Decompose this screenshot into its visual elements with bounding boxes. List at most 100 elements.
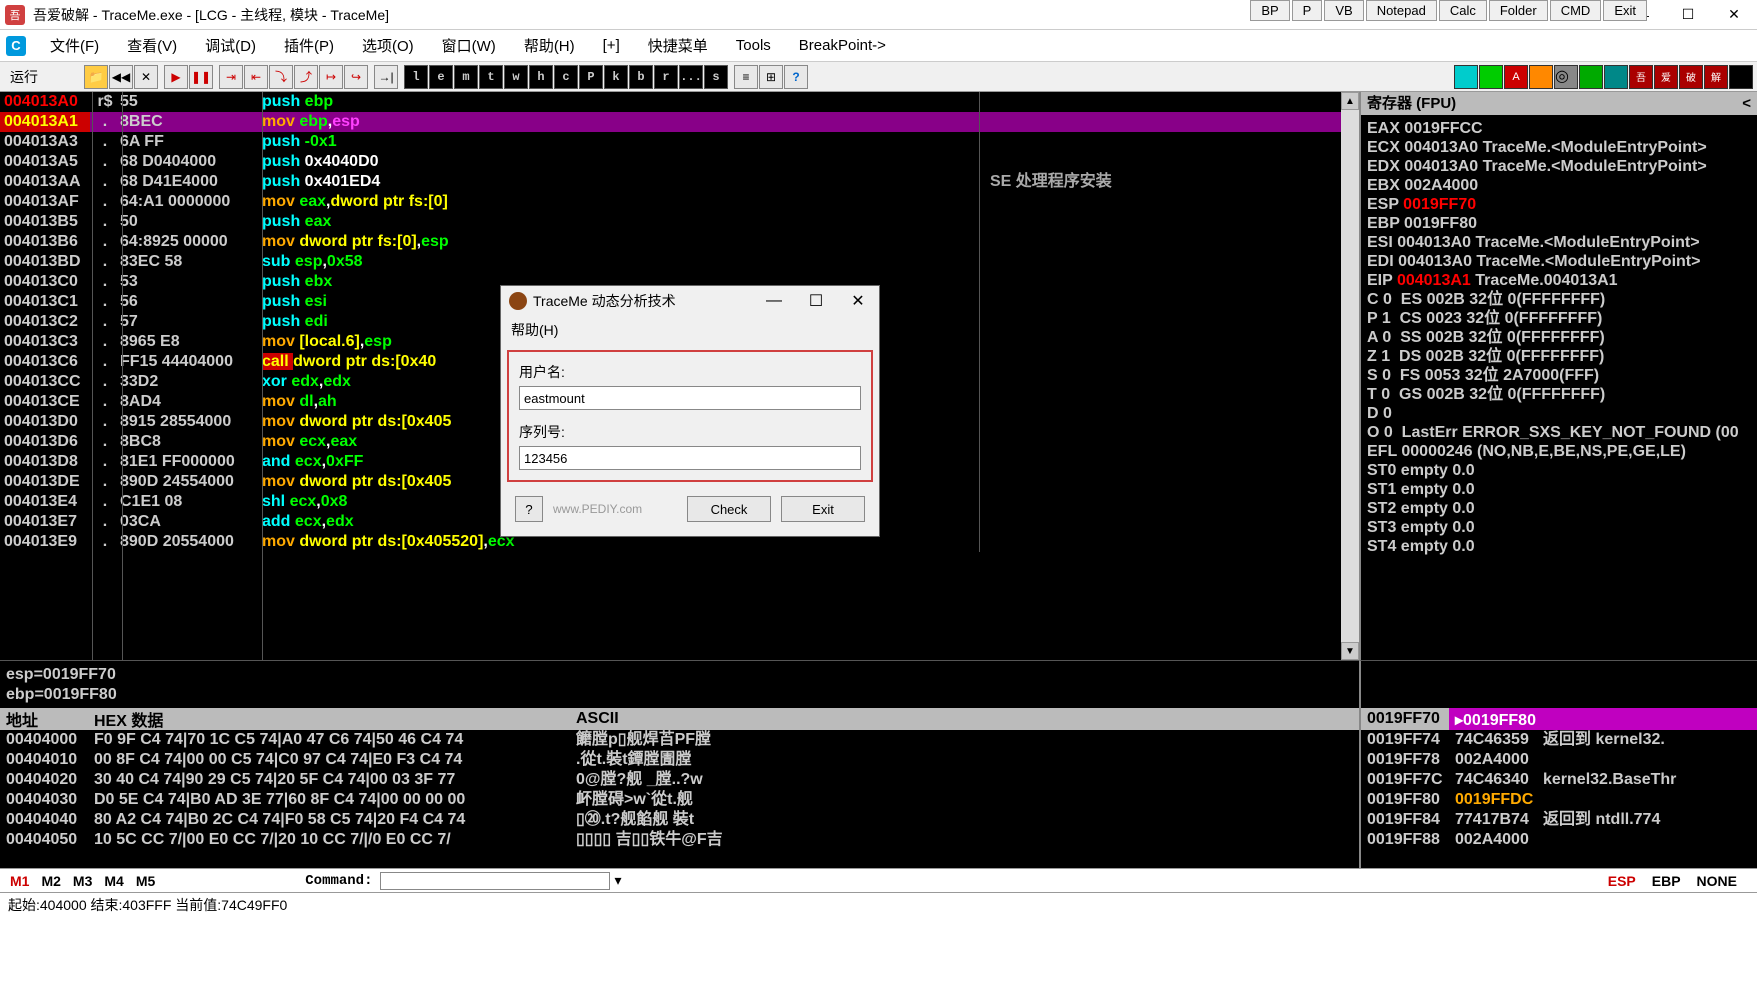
tb-step4-icon[interactable]: ⤴ (294, 65, 318, 89)
register-line[interactable]: A 0 SS 002B 32位 0(FFFFFFFF) (1367, 328, 1751, 347)
tb-grid-icon[interactable]: ⊞ (759, 65, 783, 89)
dump-panel[interactable]: 地址 HEX 数据 ASCII 00404000F0 9F C4 74|70 1… (0, 708, 1359, 868)
tb-letter-P[interactable]: P (579, 65, 603, 89)
register-line[interactable]: ESI 004013A0 TraceMe.<ModuleEntryPoint> (1367, 233, 1751, 252)
register-line[interactable]: S 0 FS 0053 32位 2A7000(FFF) (1367, 366, 1751, 385)
maximize-button[interactable]: ☐ (1665, 0, 1711, 30)
scroll-down-icon[interactable]: ▼ (1341, 642, 1359, 660)
stack-row[interactable]: 0019FF7C74C46340kernel32.BaseThr (1361, 770, 1757, 790)
tb-step5-icon[interactable]: ↦ (319, 65, 343, 89)
dialog-close-button[interactable]: ✕ (837, 287, 879, 315)
register-line[interactable]: EDX 004013A0 TraceMe.<ModuleEntryPoint> (1367, 157, 1751, 176)
ext-btn-exit[interactable]: Exit (1603, 0, 1647, 21)
register-line[interactable]: EDI 004013A0 TraceMe.<ModuleEntryPoint> (1367, 252, 1751, 271)
tb-letter-b[interactable]: b (629, 65, 653, 89)
registers-collapse-icon[interactable]: < (1742, 94, 1751, 113)
stack-row[interactable]: 0019FF800019FFDC (1361, 790, 1757, 810)
dialog-minimize-button[interactable]: — (753, 287, 795, 315)
disasm-row[interactable]: 004013AA.68 D41E4000push 0x401ED4SE 处理程序… (0, 172, 1359, 192)
stack-panel[interactable]: 0019FF70 ▸0019FF80 0019FF7474C46359返回到 k… (1359, 708, 1757, 868)
color-orange-icon[interactable] (1529, 65, 1553, 89)
menu-tools[interactable]: Tools (724, 33, 783, 58)
tb-rewind-icon[interactable]: ◀◀ (109, 65, 133, 89)
tb-letter-m[interactable]: m (454, 65, 478, 89)
serial-input[interactable] (519, 446, 861, 470)
indicator-ebp[interactable]: EBP (1652, 873, 1681, 889)
disasm-row[interactable]: 004013A0r$55push ebp (0, 92, 1359, 112)
tb-list-icon[interactable]: ≡ (734, 65, 758, 89)
register-line[interactable]: EFL 00000246 (NO,NB,E,BE,NS,PE,GE,LE) (1367, 442, 1751, 461)
menu-options[interactable]: 选项(O) (350, 31, 426, 60)
menu-quick[interactable]: 快捷菜单 (636, 31, 720, 60)
dump-row[interactable]: 0040405010 5C CC 7/|00 E0 CC 7/|20 10 CC… (0, 830, 1359, 850)
stack-row[interactable]: 0019FF7474C46359返回到 kernel32. (1361, 730, 1757, 750)
tb-run-icon[interactable]: ▶ (164, 65, 188, 89)
menu-view[interactable]: 查看(V) (115, 31, 189, 60)
register-line[interactable]: P 1 CS 0023 32位 0(FFFFFFFF) (1367, 309, 1751, 328)
tab-m5[interactable]: M5 (136, 873, 155, 889)
ext-btn-vb[interactable]: VB (1324, 0, 1363, 21)
register-line[interactable]: C 0 ES 002B 32位 0(FFFFFFFF) (1367, 290, 1751, 309)
register-line[interactable]: EBP 0019FF80 (1367, 214, 1751, 233)
disasm-row[interactable]: 004013A5.68 D0404000push 0x4040D0 (0, 152, 1359, 172)
color-teal-icon[interactable] (1604, 65, 1628, 89)
register-line[interactable]: ECX 004013A0 TraceMe.<ModuleEntryPoint> (1367, 138, 1751, 157)
dump-row[interactable]: 0040401000 8F C4 74|00 00 C5 74|C0 97 C4… (0, 750, 1359, 770)
ext-btn-cmd[interactable]: CMD (1550, 0, 1602, 21)
register-line[interactable]: ST4 empty 0.0 (1367, 537, 1751, 556)
tab-m3[interactable]: M3 (73, 873, 92, 889)
menu-window[interactable]: 窗口(W) (430, 31, 508, 60)
close-button[interactable]: ✕ (1711, 0, 1757, 30)
register-line[interactable]: Z 1 DS 002B 32位 0(FFFFFFFF) (1367, 347, 1751, 366)
register-line[interactable]: EAX 0019FFCC (1367, 119, 1751, 138)
tb-step1-icon[interactable]: ⇥ (219, 65, 243, 89)
registers-panel[interactable]: 寄存器 (FPU) < EAX 0019FFCCECX 004013A0 Tra… (1359, 92, 1757, 660)
register-line[interactable]: ST1 empty 0.0 (1367, 480, 1751, 499)
register-line[interactable]: T 0 GS 002B 32位 0(FFFFFFFF) (1367, 385, 1751, 404)
register-line[interactable]: ESP 0019FF70 (1367, 195, 1751, 214)
tb-step6-icon[interactable]: ↪ (344, 65, 368, 89)
dump-row[interactable]: 00404030D0 5E C4 74|B0 AD 3E 77|60 8F C4… (0, 790, 1359, 810)
disasm-row[interactable]: 004013B5.50push eax (0, 212, 1359, 232)
tb-letter-k[interactable]: k (604, 65, 628, 89)
color-black-icon[interactable] (1729, 65, 1753, 89)
register-line[interactable]: D 0 (1367, 404, 1751, 423)
color-cyan-icon[interactable] (1454, 65, 1478, 89)
disasm-row[interactable]: 004013A1.8BECmov ebp,esp (0, 112, 1359, 132)
register-line[interactable]: ST0 empty 0.0 (1367, 461, 1751, 480)
scroll-up-icon[interactable]: ▲ (1341, 92, 1359, 110)
tb-letter-s[interactable]: s (704, 65, 728, 89)
dialog-help-menu[interactable]: 帮助(H) (501, 316, 879, 344)
menu-breakpoint[interactable]: BreakPoint-> (787, 33, 898, 58)
indicator-none[interactable]: NONE (1697, 873, 1737, 889)
menu-file[interactable]: 文件(F) (38, 31, 111, 60)
color-dred1-icon[interactable]: 吾 (1629, 65, 1653, 89)
exit-button[interactable]: Exit (781, 496, 865, 522)
stack-row[interactable]: 0019FF78002A4000 (1361, 750, 1757, 770)
menu-debug[interactable]: 调试(D) (193, 31, 268, 60)
dump-row[interactable]: 0040402030 40 C4 74|90 29 C5 74|20 5F C4… (0, 770, 1359, 790)
color-green-icon[interactable] (1479, 65, 1503, 89)
disasm-row[interactable]: 004013AF.64:A1 0000000mov eax,dword ptr … (0, 192, 1359, 212)
color-dred3-icon[interactable]: 破 (1679, 65, 1703, 89)
tb-letter-w[interactable]: w (504, 65, 528, 89)
tb-letter-...[interactable]: ... (679, 65, 703, 89)
register-line[interactable]: ST3 empty 0.0 (1367, 518, 1751, 537)
tab-m2[interactable]: M2 (41, 873, 60, 889)
color-chip-icon[interactable] (1579, 65, 1603, 89)
color-dred4-icon[interactable]: 解 (1704, 65, 1728, 89)
tb-letter-e[interactable]: e (429, 65, 453, 89)
disasm-row[interactable]: 004013A3.6A FFpush -0x1 (0, 132, 1359, 152)
tb-pause-icon[interactable]: ❚❚ (189, 65, 213, 89)
disasm-row[interactable]: 004013BD.83EC 58sub esp,0x58 (0, 252, 1359, 272)
tb-help-icon[interactable]: ? (784, 65, 808, 89)
ext-btn-bp[interactable]: BP (1250, 0, 1289, 21)
register-line[interactable]: EBX 002A4000 (1367, 176, 1751, 195)
color-target-icon[interactable]: ◎ (1554, 65, 1578, 89)
dump-row[interactable]: 0040404080 A2 C4 74|B0 2C C4 74|F0 58 C5… (0, 810, 1359, 830)
stack-row[interactable]: 0019FF8477417B74返回到 ntdll.774 (1361, 810, 1757, 830)
dump-row[interactable]: 00404000F0 9F C4 74|70 1C C5 74|A0 47 C6… (0, 730, 1359, 750)
register-line[interactable]: ST2 empty 0.0 (1367, 499, 1751, 518)
tb-letter-r[interactable]: r (654, 65, 678, 89)
tb-letter-c[interactable]: c (554, 65, 578, 89)
